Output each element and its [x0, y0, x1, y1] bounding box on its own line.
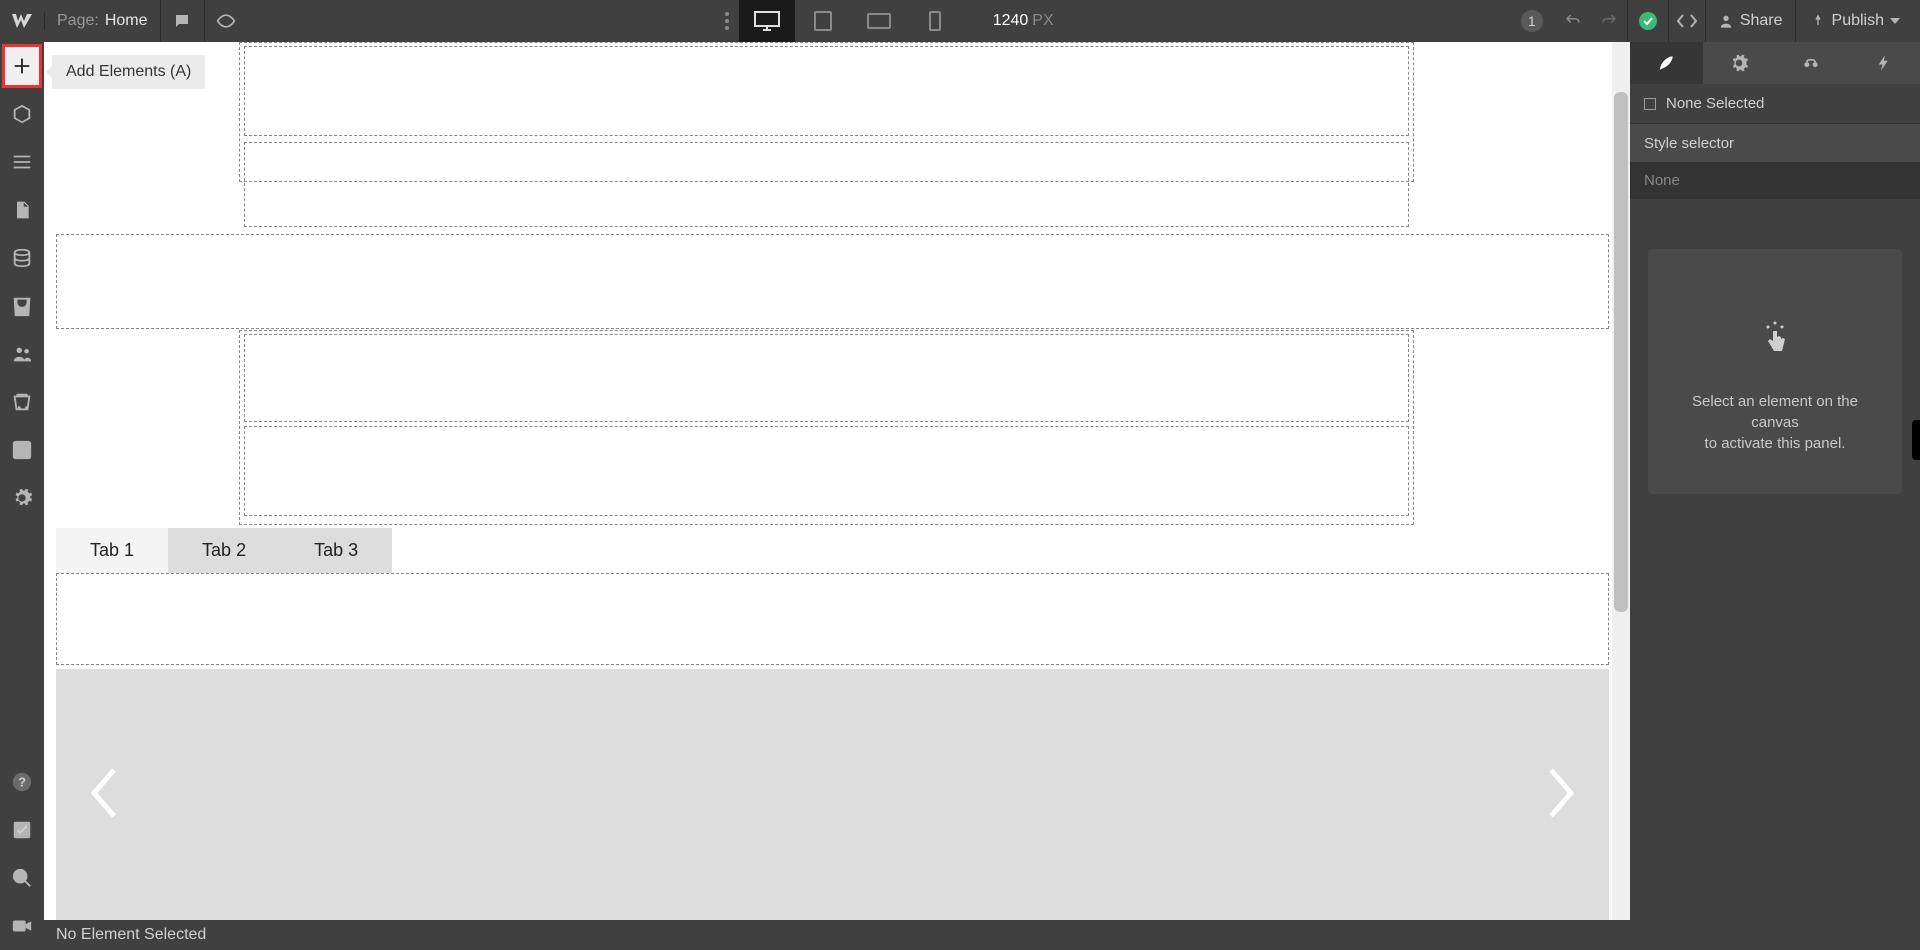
panel-collapse-handle[interactable] — [1912, 420, 1920, 460]
tab-1[interactable]: Tab 1 — [56, 528, 168, 573]
status-ok-icon[interactable] — [1628, 11, 1668, 31]
symbols-button[interactable] — [0, 90, 44, 138]
pointer-icon — [1760, 319, 1790, 361]
slider-element[interactable] — [56, 669, 1609, 929]
project-settings-button[interactable] — [0, 474, 44, 522]
viewport-desktop[interactable] — [739, 0, 795, 42]
tab-content[interactable] — [56, 573, 1609, 665]
assets-button[interactable] — [0, 378, 44, 426]
audit-button[interactable] — [0, 806, 44, 854]
viewport-tablet-landscape[interactable] — [851, 0, 907, 42]
effects-tab[interactable] — [1848, 42, 1920, 84]
canvas-element[interactable] — [244, 46, 1409, 136]
preview-button[interactable] — [204, 0, 248, 42]
canvas-width-unit: PX — [1032, 12, 1053, 29]
cms-button[interactable] — [0, 234, 44, 282]
publish-button[interactable]: Publish — [1796, 12, 1920, 30]
empty-text-line1: Select an element on the canvas — [1668, 391, 1882, 433]
canvas-element[interactable] — [244, 334, 1409, 422]
style-selector-header: Style selector — [1630, 124, 1920, 162]
left-sidebar: ? — [0, 42, 44, 950]
page-name: Home — [105, 12, 148, 30]
top-bar: Page: Home 1240PX — [0, 0, 1920, 42]
ecommerce-button[interactable] — [0, 282, 44, 330]
settings-tab[interactable] — [1703, 42, 1776, 84]
changes-badge[interactable]: 1 — [1521, 10, 1543, 32]
navigator-button[interactable] — [0, 138, 44, 186]
topbar-right: 1 Share Publish — [1521, 0, 1920, 42]
breadcrumb-text: No Element Selected — [56, 926, 206, 944]
viewport-mobile[interactable] — [907, 0, 963, 42]
right-panel: None Selected Style selector None Select… — [1630, 42, 1920, 950]
share-button[interactable]: Share — [1706, 12, 1795, 30]
canvas-area: Tab 1 Tab 2 Tab 3 No Element Selected — [44, 42, 1630, 950]
selection-label: None Selected — [1666, 95, 1764, 112]
code-export-button[interactable] — [1669, 0, 1705, 42]
style-tab[interactable] — [1630, 42, 1703, 84]
style-selector-input[interactable]: None — [1630, 162, 1920, 199]
selection-row: None Selected — [1630, 84, 1920, 124]
canvas-width-value: 1240 — [993, 12, 1029, 29]
breadcrumb-bar: No Element Selected — [44, 920, 1630, 950]
more-viewports-icon[interactable] — [715, 12, 739, 30]
canvas-element[interactable] — [244, 426, 1409, 516]
interactions-tab[interactable] — [1775, 42, 1848, 84]
svg-text:?: ? — [18, 775, 26, 790]
add-elements-tooltip: Add Elements (A) — [52, 55, 205, 89]
comments-button[interactable] — [160, 0, 204, 42]
canvas-scrollbar[interactable] — [1612, 42, 1630, 920]
page-selector[interactable]: Page: Home — [44, 12, 160, 30]
viewport-switcher: 1240PX — [715, 0, 1054, 42]
help-button[interactable]: ? — [0, 758, 44, 806]
scrollbar-thumb[interactable] — [1614, 92, 1628, 612]
pages-button[interactable] — [0, 186, 44, 234]
canvas-width-display[interactable]: 1240PX — [993, 12, 1054, 30]
tab-3[interactable]: Tab 3 — [280, 528, 392, 573]
search-button[interactable] — [0, 854, 44, 902]
webflow-logo[interactable] — [0, 0, 44, 42]
page-label: Page: — [57, 12, 99, 30]
empty-panel-message: Select an element on the canvas to activ… — [1648, 249, 1902, 494]
selection-icon — [1644, 98, 1656, 110]
slider-next-icon[interactable] — [1545, 766, 1579, 832]
tab-2[interactable]: Tab 2 — [168, 528, 280, 573]
slider-prev-icon[interactable] — [86, 766, 120, 832]
undo-button[interactable] — [1555, 0, 1591, 42]
video-button[interactable] — [0, 902, 44, 950]
canvas-section[interactable] — [56, 234, 1609, 329]
settings-button[interactable] — [0, 426, 44, 474]
add-elements-button[interactable] — [0, 42, 44, 90]
publish-label: Publish — [1832, 12, 1884, 30]
canvas-element[interactable] — [244, 142, 1409, 227]
users-button[interactable] — [0, 330, 44, 378]
tabs-element[interactable]: Tab 1 Tab 2 Tab 3 — [56, 528, 392, 573]
right-panel-tabs — [1630, 42, 1920, 84]
share-label: Share — [1740, 12, 1783, 30]
canvas[interactable]: Tab 1 Tab 2 Tab 3 — [44, 42, 1630, 950]
viewport-tablet[interactable] — [795, 0, 851, 42]
empty-text-line2: to activate this panel. — [1668, 433, 1882, 454]
redo-button[interactable] — [1591, 0, 1627, 42]
